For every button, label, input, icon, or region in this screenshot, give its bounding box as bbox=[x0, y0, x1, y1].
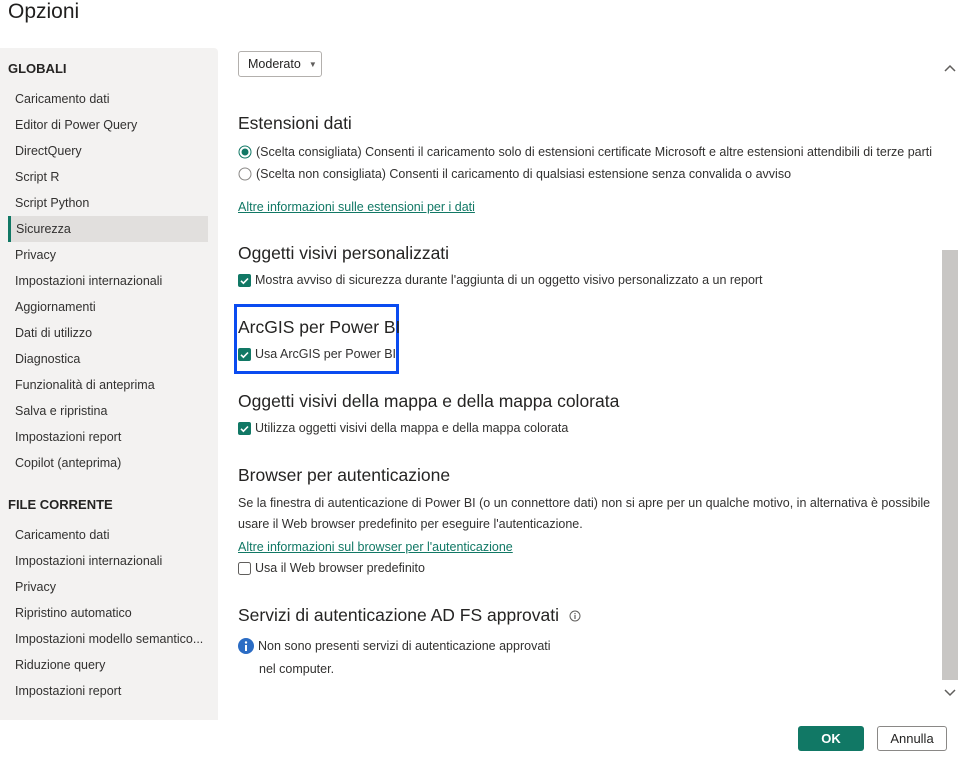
security-level-dropdown[interactable]: Moderato ▼ bbox=[238, 51, 322, 77]
info-outline-icon[interactable] bbox=[569, 610, 581, 622]
sidebar-item[interactable]: Privacy bbox=[8, 242, 208, 268]
sidebar-group-current-file: FILE CORRENTE bbox=[8, 497, 113, 512]
sidebar-item[interactable]: Script R bbox=[8, 164, 208, 190]
sidebar-item[interactable]: Aggiornamenti bbox=[8, 294, 208, 320]
checkbox-label: Mostra avviso di sicurezza durante l'agg… bbox=[255, 273, 763, 287]
scroll-up-icon[interactable] bbox=[944, 63, 956, 73]
checkbox-label: Utilizza oggetti visivi della mappa e de… bbox=[255, 421, 569, 435]
sidebar: GLOBALI FILE CORRENTE Caricamento dati Ed… bbox=[0, 48, 218, 720]
dropdown-value: Moderato bbox=[248, 57, 301, 71]
adfs-info: Non sono presenti servizi di autenticazi… bbox=[238, 638, 551, 654]
browser-info-link[interactable]: Altre informazioni sul browser per l'aut… bbox=[238, 540, 513, 554]
section-heading-extensions: Estensioni dati bbox=[238, 113, 352, 133]
cancel-button[interactable]: Annulla bbox=[877, 726, 947, 751]
sidebar-item[interactable]: DirectQuery bbox=[8, 138, 208, 164]
radio-label: (Scelta consigliata) Consenti il caricam… bbox=[256, 145, 933, 159]
sidebar-group-global: GLOBALI bbox=[8, 61, 67, 76]
checkbox-checked-icon bbox=[238, 273, 251, 287]
info-icon bbox=[238, 638, 254, 654]
radio-selected-icon bbox=[238, 145, 252, 159]
browser-description-2: usare il Web browser predefinito per ese… bbox=[238, 517, 583, 531]
sidebar-item[interactable]: Copilot (anteprima) bbox=[8, 450, 208, 476]
sidebar-item[interactable]: Impostazioni report bbox=[8, 678, 208, 704]
sidebar-item[interactable]: Diagnostica bbox=[8, 346, 208, 372]
scrollbar-thumb[interactable] bbox=[942, 250, 958, 680]
arcgis-checkbox[interactable]: Usa ArcGIS per Power BI bbox=[238, 347, 396, 361]
section-heading-custom-visuals: Oggetti visivi personalizzati bbox=[238, 243, 450, 263]
sidebar-item[interactable]: Dati di utilizzo bbox=[8, 320, 208, 346]
section-heading-browser: Browser per autenticazione bbox=[238, 465, 451, 485]
section-heading-maps: Oggetti visivi della mappa e della mappa… bbox=[238, 391, 620, 411]
section-heading-arcgis: ArcGIS per Power BI bbox=[238, 317, 401, 337]
sidebar-item[interactable]: Salva e ripristina bbox=[8, 398, 208, 424]
ok-button[interactable]: OK bbox=[798, 726, 864, 751]
sidebar-item[interactable]: Impostazioni report bbox=[8, 424, 208, 450]
sidebar-item[interactable]: Ripristino automatico bbox=[8, 600, 208, 626]
heading-text: Servizi di autenticazione AD FS approvat… bbox=[238, 605, 559, 625]
sidebar-item[interactable]: Impostazioni internazionali bbox=[8, 268, 208, 294]
checkbox-checked-icon bbox=[238, 421, 251, 435]
default-browser-checkbox[interactable]: Usa il Web browser predefinito bbox=[238, 561, 425, 575]
section-heading-adfs: Servizi di autenticazione AD FS approvat… bbox=[238, 605, 581, 626]
sidebar-item[interactable]: Script Python bbox=[8, 190, 208, 216]
radio-recommended[interactable]: (Scelta consigliata) Consenti il caricam… bbox=[238, 145, 932, 159]
sidebar-item[interactable]: Impostazioni internazionali bbox=[8, 548, 208, 574]
checkbox-checked-icon bbox=[238, 347, 251, 361]
checkbox-label: Usa ArcGIS per Power BI bbox=[255, 347, 397, 361]
sidebar-item[interactable]: Riduzione query bbox=[8, 652, 208, 678]
sidebar-item[interactable]: Caricamento dati bbox=[8, 522, 208, 548]
checkbox-unchecked-icon bbox=[238, 561, 251, 575]
sidebar-item[interactable]: Funzionalità di anteprima bbox=[8, 372, 208, 398]
maps-checkbox[interactable]: Utilizza oggetti visivi della mappa e de… bbox=[238, 421, 568, 435]
highlight-box bbox=[234, 304, 399, 374]
dialog-title: Opzioni bbox=[8, 0, 80, 23]
sidebar-item[interactable]: Impostazioni modello semantico... bbox=[8, 626, 208, 652]
radio-label: (Scelta non consigliata) Consenti il car… bbox=[256, 167, 792, 181]
chevron-down-icon: ▼ bbox=[308, 59, 317, 69]
info-text: Non sono presenti servizi di autenticazi… bbox=[258, 639, 551, 653]
sidebar-item[interactable]: Privacy bbox=[8, 574, 208, 600]
extensions-info-link[interactable]: Altre informazioni sulle estensioni per … bbox=[238, 200, 475, 214]
radio-unselected-icon bbox=[238, 167, 252, 181]
radio-not-recommended[interactable]: (Scelta non consigliata) Consenti il car… bbox=[238, 167, 791, 181]
checkbox-label: Usa il Web browser predefinito bbox=[255, 561, 425, 575]
sidebar-item[interactable]: Editor di Power Query bbox=[8, 112, 208, 138]
sidebar-item[interactable]: Sicurezza bbox=[8, 216, 208, 242]
scroll-down-icon[interactable] bbox=[944, 688, 956, 698]
custom-visuals-checkbox[interactable]: Mostra avviso di sicurezza durante l'agg… bbox=[238, 273, 763, 287]
info-text-2: nel computer. bbox=[259, 662, 335, 676]
sidebar-item[interactable]: Caricamento dati bbox=[8, 86, 208, 112]
browser-description: Se la finestra di autenticazione di Powe… bbox=[238, 496, 931, 510]
